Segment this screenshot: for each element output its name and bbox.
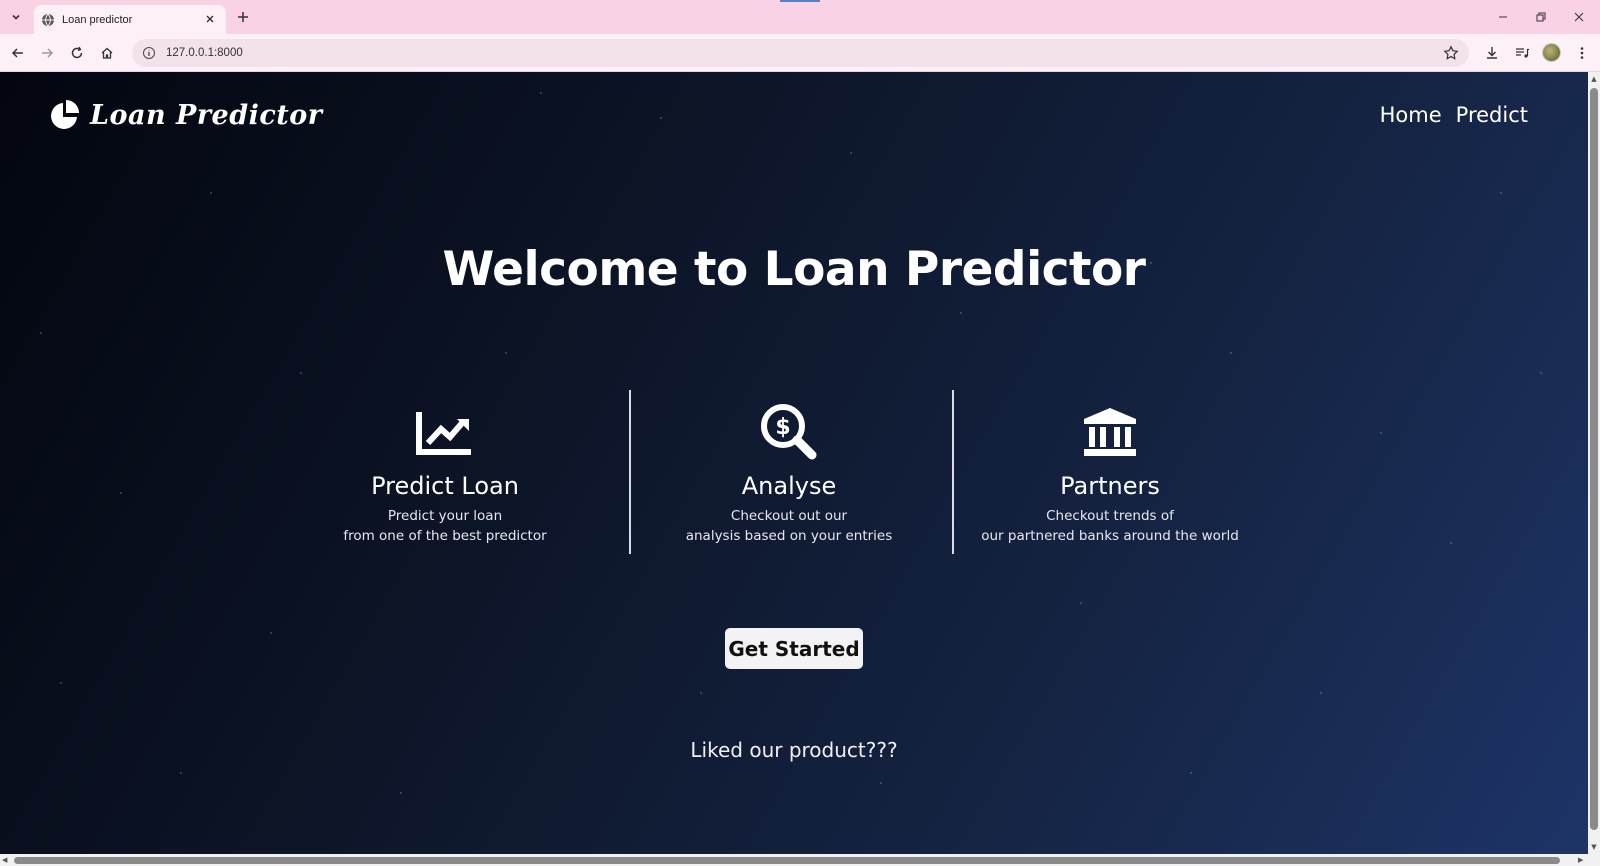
svg-text:$: $ [775, 415, 790, 440]
vertical-scrollbar[interactable]: ▲ ▼ [1588, 72, 1600, 854]
nav-home-link[interactable]: Home [1380, 103, 1442, 127]
bookmark-star-icon[interactable] [1443, 45, 1459, 61]
feature-description: from one of the best predictor [343, 528, 547, 544]
globe-icon [41, 13, 55, 27]
close-icon [1574, 12, 1584, 22]
arrow-right-icon [42, 48, 54, 58]
forward-button[interactable] [37, 43, 57, 63]
tab-search-button[interactable] [6, 7, 26, 27]
feature-divider [952, 390, 954, 554]
brand-name: Loan Predictor [90, 99, 323, 131]
minimize-button[interactable] [1494, 8, 1512, 26]
page-viewport: Loan Predictor Home Predict Welcome to L… [0, 72, 1588, 854]
more-vertical-icon [1580, 47, 1584, 59]
site-navbar: Loan Predictor Home Predict [0, 72, 1588, 162]
restore-button[interactable] [1532, 8, 1550, 26]
restore-icon [1536, 12, 1546, 22]
feature-description: analysis based on your entries [685, 528, 893, 544]
tab-title: Loan predictor [62, 13, 133, 26]
scrollbar-corner [1588, 854, 1600, 866]
close-window-button[interactable] [1570, 8, 1588, 26]
search-dollar-icon: $ [760, 404, 818, 460]
brand[interactable]: Loan Predictor [48, 98, 323, 132]
download-icon [1487, 47, 1497, 59]
chevron-down-icon [12, 14, 20, 20]
bank-icon [1081, 404, 1139, 460]
address-bar[interactable]: 127.0.0.1:8000 [132, 39, 1469, 67]
feature-analyse: $ Analyse Checkout out our analysis base… [680, 390, 898, 554]
feature-description: Checkout trends of [1046, 508, 1174, 524]
nav-links: Home Predict [1380, 103, 1528, 127]
features-section: Predict Loan Predict your loan from one … [0, 390, 1588, 554]
scroll-up-arrow-icon[interactable]: ▲ [1590, 75, 1598, 83]
horizontal-scrollbar-thumb[interactable] [14, 857, 1560, 864]
home-icon [101, 47, 113, 59]
window-drag-indicator [780, 0, 820, 2]
footer-liked-text: Liked our product??? [690, 738, 898, 762]
media-controls-button[interactable] [1512, 43, 1532, 63]
feature-title: Partners [1060, 472, 1160, 500]
scroll-right-arrow-icon[interactable]: ▶ [1578, 856, 1586, 864]
get-started-button[interactable]: Get Started [725, 628, 863, 669]
chart-line-icon [416, 404, 474, 460]
reload-button[interactable] [67, 43, 87, 63]
browser-tab[interactable]: Loan predictor [34, 5, 226, 34]
feature-predict-loan: Predict Loan Predict your loan from one … [340, 390, 550, 554]
vertical-scrollbar-thumb[interactable] [1590, 88, 1598, 830]
scroll-down-arrow-icon[interactable]: ▼ [1590, 843, 1598, 851]
site-info-icon[interactable] [142, 46, 156, 60]
browser-menu-button[interactable] [1572, 43, 1592, 63]
minimize-icon [1499, 16, 1507, 18]
browser-tab-strip: Loan predictor [0, 0, 1600, 34]
feature-title: Analyse [741, 472, 837, 500]
pie-chart-icon [48, 98, 82, 132]
feature-description: our partnered banks around the world [981, 528, 1239, 544]
new-tab-button[interactable] [234, 8, 252, 26]
nav-predict-link[interactable]: Predict [1456, 103, 1528, 127]
profile-avatar[interactable] [1542, 43, 1561, 62]
hero-title: Welcome to Loan Predictor [442, 242, 1146, 297]
browser-toolbar: 127.0.0.1:8000 [0, 34, 1600, 72]
scroll-left-arrow-icon[interactable]: ◀ [2, 856, 10, 864]
home-button[interactable] [97, 43, 117, 63]
close-tab-button[interactable] [203, 12, 217, 26]
feature-title: Predict Loan [371, 472, 519, 500]
arrow-left-icon [11, 48, 23, 58]
back-button[interactable] [8, 43, 28, 63]
downloads-button[interactable] [1482, 43, 1502, 63]
playlist-icon [1516, 48, 1529, 58]
feature-description: Checkout out our [730, 508, 848, 524]
url-text[interactable]: 127.0.0.1:8000 [166, 47, 243, 59]
horizontal-scrollbar[interactable]: ◀ ▶ [0, 854, 1588, 866]
feature-divider [629, 390, 631, 554]
feature-description: Predict your loan [387, 508, 503, 524]
close-icon [206, 15, 214, 23]
plus-icon [238, 12, 248, 22]
reload-icon [71, 46, 83, 59]
feature-partners: Partners Checkout trends of our partnere… [975, 390, 1245, 554]
